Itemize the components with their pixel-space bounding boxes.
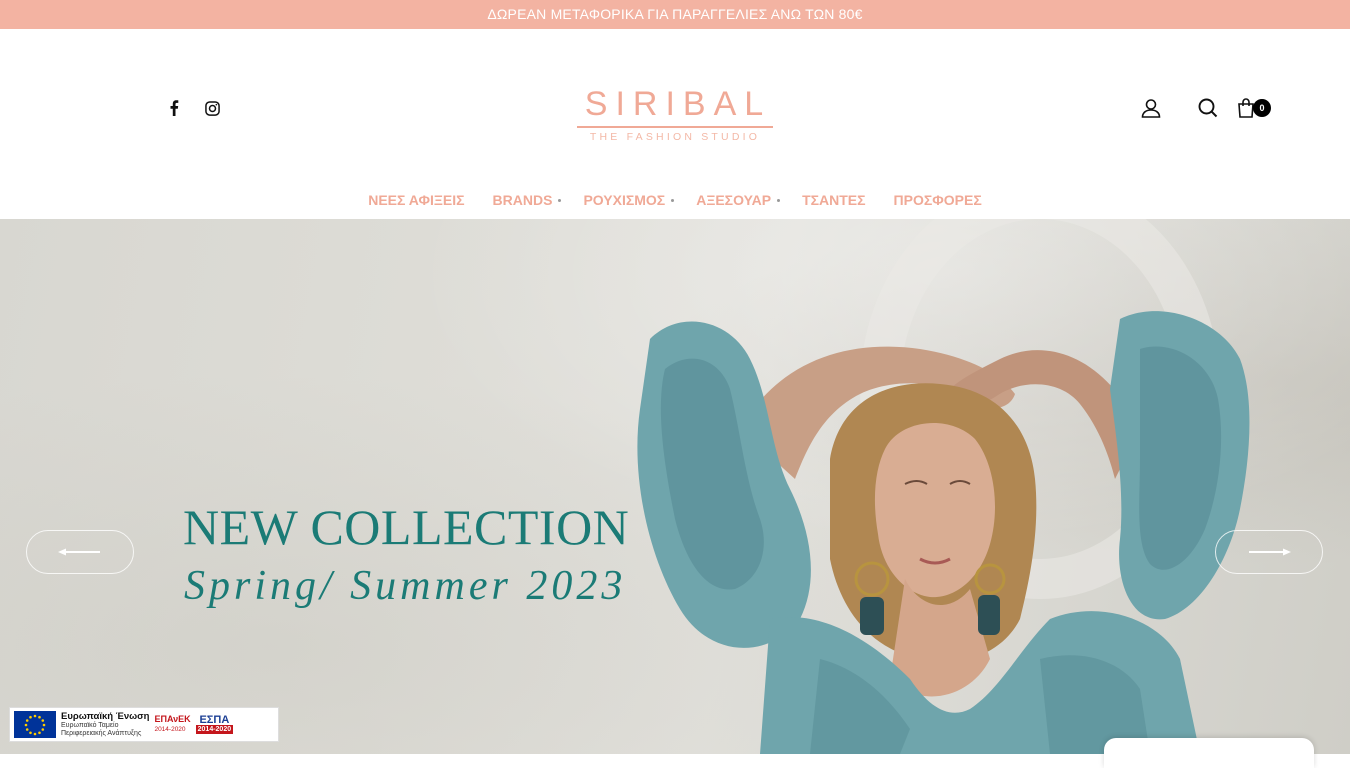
espa-years: 2014-2020 — [195, 725, 234, 734]
espa-funding-banner[interactable]: Ευρωπαϊκή Ένωση Ευρωπαϊκό Ταμείο Περιφερ… — [9, 707, 279, 742]
main-navigation: ΝΕΕΣ ΑΦΙΞΕΙΣ BRANDS ΡΟΥΧΙΣΜΟΣ ΑΞΕΣΟΥΑΡ Τ… — [0, 189, 1350, 211]
espa-logo: ΕΣΠΑ 2014-2020 — [195, 714, 234, 734]
instagram-icon[interactable] — [203, 99, 221, 117]
espa-title: ΕΣΠΑ — [199, 714, 230, 726]
chat-widget-tab[interactable] — [1104, 738, 1314, 768]
nav-item-new-arrivals[interactable]: ΝΕΕΣ ΑΦΙΞΕΙΣ — [354, 189, 478, 211]
submenu-indicator-icon — [671, 199, 675, 202]
submenu-indicator-icon — [777, 199, 781, 202]
site-header: SIRIBAL THE FASHION STUDIO 0 ΝΕΕΣ ΑΦΙΞΕΙ… — [0, 29, 1350, 219]
slider-next-button[interactable] — [1215, 530, 1323, 574]
eu-flag-icon — [14, 711, 56, 738]
hero-slider: NEW COLLECTION Spring/ Summer 2023 — [0, 219, 1350, 754]
header-actions: 0 — [1140, 97, 1271, 119]
epanek-logo: ΕΠΑνΕΚ 2014-2020 — [154, 715, 190, 734]
social-links — [165, 99, 221, 117]
logo-wordmark: SIRIBAL — [584, 85, 772, 123]
epanek-title: ΕΠΑνΕΚ — [154, 714, 191, 724]
eu-text: Ευρωπαϊκή Ένωση Ευρωπαϊκό Ταμείο Περιφερ… — [61, 711, 149, 738]
eu-fund-line: Περιφερειακής Ανάπτυξης — [61, 730, 142, 737]
arrow-right-icon — [1249, 548, 1291, 556]
hero-subtitle: Spring/ Summer 2023 — [184, 563, 627, 609]
search-icon[interactable] — [1197, 97, 1219, 119]
nav-item-brands[interactable]: BRANDS — [479, 189, 570, 211]
nav-item-label: ΠΡΟΣΦΟΡΕΣ — [893, 192, 982, 208]
nav-item-bags[interactable]: ΤΣΑΝΤΕΣ — [788, 189, 879, 211]
site-logo[interactable]: SIRIBAL THE FASHION STUDIO — [575, 84, 775, 143]
nav-item-label: ΤΣΑΝΤΕΣ — [802, 192, 866, 208]
nav-item-accessories[interactable]: ΑΞΕΣΟΥΑΡ — [682, 189, 788, 211]
account-icon[interactable] — [1140, 97, 1162, 119]
eu-fund-line: Ευρωπαϊκό Ταμείο — [61, 722, 119, 729]
facebook-icon[interactable] — [165, 99, 183, 117]
nav-item-label: ΡΟΥΧΙΣΜΟΣ — [583, 192, 666, 208]
nav-item-offers[interactable]: ΠΡΟΣΦΟΡΕΣ — [880, 189, 996, 211]
cart-icon[interactable]: 0 — [1235, 97, 1271, 119]
epanek-years: 2014-2020 — [154, 726, 186, 733]
logo-tagline: THE FASHION STUDIO — [589, 131, 761, 143]
hero-title: NEW COLLECTION — [183, 499, 630, 555]
eu-title: Ευρωπαϊκή Ένωση — [61, 711, 150, 722]
nav-item-clothing[interactable]: ΡΟΥΧΙΣΜΟΣ — [569, 189, 682, 211]
cart-count-badge: 0 — [1253, 99, 1271, 117]
slider-prev-button[interactable] — [26, 530, 134, 574]
logo-divider — [577, 126, 773, 128]
nav-item-label: ΑΞΕΣΟΥΑΡ — [696, 192, 772, 208]
arrow-left-icon — [58, 548, 100, 556]
hero-model-image — [637, 311, 1250, 754]
announcement-bar: ΔΩΡΕΑΝ ΜΕΤΑΦΟΡΙΚΑ ΓΙΑ ΠΑΡΑΓΓΕΛΙΕΣ ΑΝΩ ΤΩ… — [0, 0, 1350, 29]
nav-item-label: ΝΕΕΣ ΑΦΙΞΕΙΣ — [368, 192, 465, 208]
announcement-text: ΔΩΡΕΑΝ ΜΕΤΑΦΟΡΙΚΑ ΓΙΑ ΠΑΡΑΓΓΕΛΙΕΣ ΑΝΩ ΤΩ… — [487, 6, 863, 22]
nav-item-label: BRANDS — [492, 192, 553, 208]
submenu-indicator-icon — [558, 199, 562, 202]
